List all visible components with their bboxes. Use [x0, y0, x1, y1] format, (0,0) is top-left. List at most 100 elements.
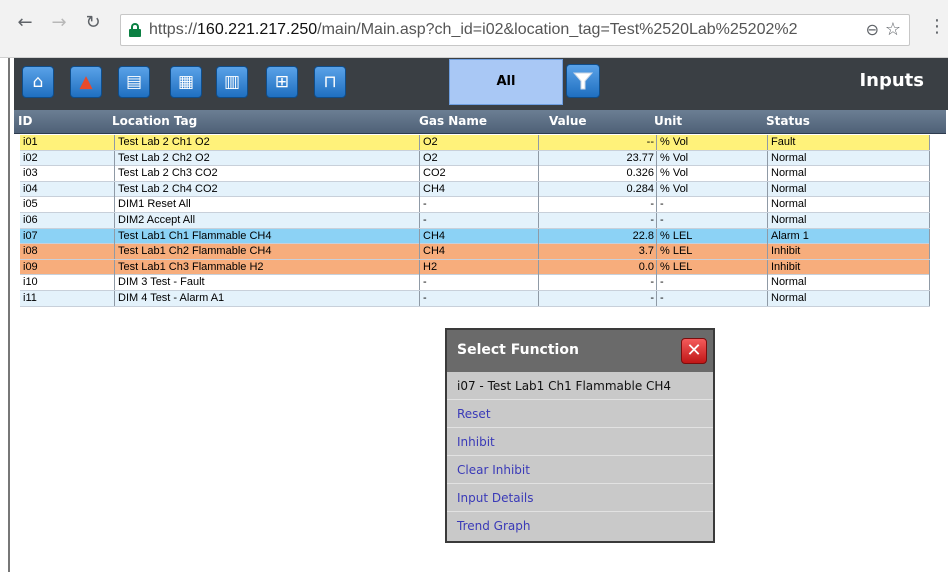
url-path: /main/Main.asp?ch_id=i02&location_tag=Te… [317, 21, 798, 38]
cell-id: i04 [23, 182, 38, 195]
report-button[interactable]: ▤ [118, 66, 150, 98]
cell-unit: % Vol [656, 135, 767, 150]
document-export-icon: ▦ [177, 72, 195, 92]
cell-gas: H2 [419, 259, 538, 275]
kebab-menu-icon[interactable]: ⋮ [928, 16, 946, 37]
cell-gas: - [419, 197, 538, 213]
cell-id: i03 [23, 167, 38, 180]
table-row[interactable]: i08 Test Lab1 Ch2 Flammable CH4 CH4 3.7% LE… [20, 244, 930, 260]
forward-arrow-icon[interactable]: → [48, 12, 70, 34]
table-row[interactable]: i02 Test Lab 2 Ch2 O2 O2 23.77% Vol Normal [20, 150, 930, 167]
table-row[interactable]: i07 Test Lab1 Ch1 Flammable CH4 CH4 22.8% L… [20, 228, 930, 245]
cell-unit: % LEL [656, 259, 767, 275]
back-arrow-icon[interactable]: ← [14, 12, 36, 34]
filter-all-button[interactable]: All [449, 59, 563, 105]
table-row[interactable]: i06 DIM2 Accept All - - - Normal [20, 212, 930, 229]
cell-gas: CO2 [419, 166, 538, 182]
column-header-id[interactable]: ID [18, 114, 32, 128]
cell-id: i01 [23, 136, 38, 148]
dialog-header: Select Function ✕ [447, 330, 713, 372]
cell-value: 23.77 [538, 150, 656, 166]
cell-location: Test Lab1 Ch1 Flammable CH4 [114, 228, 419, 244]
action-reset[interactable]: Reset [447, 400, 713, 428]
cell-id: i10 [23, 276, 38, 289]
select-function-dialog: Select Function ✕ i07 - Test Lab1 Ch1 Fl… [445, 328, 715, 543]
document-settings-button[interactable]: ▥ [216, 66, 248, 98]
cell-id: i11 [23, 291, 37, 304]
table-row[interactable]: i05 DIM1 Reset All - - - Normal [20, 197, 930, 213]
cell-location: Test Lab1 Ch2 Flammable CH4 [114, 244, 419, 260]
action-input-details[interactable]: Input Details [447, 484, 713, 512]
cell-value: 0.284 [538, 181, 656, 197]
cell-location: DIM2 Accept All [114, 212, 419, 228]
cell-status: Normal [767, 150, 930, 166]
url-text[interactable]: https://160.221.217.250/main/Main.asp?ch… [149, 21, 798, 39]
zoom-icon[interactable]: ⊖ [866, 20, 879, 39]
cell-value: - [538, 290, 656, 306]
cell-unit: - [656, 290, 767, 306]
browser-chrome: ← → ↻ https://160.221.217.250/main/Main.… [0, 0, 948, 58]
cell-id: i02 [23, 151, 38, 164]
add-panel-icon: ⊞ [274, 72, 290, 92]
column-header-gas[interactable]: Gas Name [419, 114, 487, 128]
cell-status: Inhibit [767, 244, 930, 260]
cell-gas: - [419, 212, 538, 228]
export-button[interactable]: ▦ [170, 66, 202, 98]
cell-unit: - [656, 212, 767, 228]
action-trend-graph[interactable]: Trend Graph [447, 512, 713, 540]
alarms-button[interactable]: ▲ [70, 66, 102, 98]
cell-gas: O2 [419, 150, 538, 166]
cell-status: Normal [767, 181, 930, 197]
main-toolbar: ⌂ ▲ ▤ ▦ ▥ ⊞ ⊓ All Inputs [14, 58, 948, 110]
cell-id: i08 [23, 245, 38, 258]
cell-unit: % Vol [656, 181, 767, 197]
table-row[interactable]: i10 DIM 3 Test - Fault - - - Normal [20, 275, 930, 291]
table-row[interactable]: i01 Test Lab 2 Ch1 O2 O2 --% Vol Fault [20, 135, 930, 151]
cell-gas: - [419, 290, 538, 306]
filter-button[interactable] [566, 64, 600, 98]
page-title: Inputs [859, 70, 924, 91]
cell-value: -- [538, 135, 656, 150]
cell-id: i07 [23, 229, 38, 242]
table-row[interactable]: i03 Test Lab 2 Ch3 CO2 CO2 0.326% Vol Normal [20, 166, 930, 182]
cell-location: DIM1 Reset All [114, 197, 419, 213]
column-header-value[interactable]: Value [549, 114, 587, 128]
cell-gas: CH4 [419, 244, 538, 260]
cell-location: Test Lab 2 Ch4 CO2 [114, 181, 419, 197]
cell-status: Inhibit [767, 259, 930, 275]
action-inhibit[interactable]: Inhibit [447, 428, 713, 456]
cell-unit: - [656, 197, 767, 213]
column-header-status[interactable]: Status [766, 114, 810, 128]
inputs-table: i01 Test Lab 2 Ch1 O2 O2 --% Vol Fault i02 Tes… [20, 135, 930, 307]
table-header: ID Location Tag Gas Name Value Unit Stat… [14, 110, 946, 134]
close-icon[interactable]: ✕ [681, 338, 707, 364]
home-button[interactable]: ⌂ [22, 66, 54, 98]
action-clear-inhibit[interactable]: Clear Inhibit [447, 456, 713, 484]
column-header-unit[interactable]: Unit [654, 114, 682, 128]
cell-id: i06 [23, 213, 38, 226]
unlock-button[interactable]: ⊓ [314, 66, 346, 98]
bookmark-star-icon[interactable]: ☆ [885, 19, 901, 40]
cell-unit: % LEL [656, 228, 767, 244]
frame-divider [8, 58, 10, 572]
cell-gas: CH4 [419, 228, 538, 244]
address-bar[interactable]: https://160.221.217.250/main/Main.asp?ch… [120, 14, 910, 46]
alarm-bell-icon: ▲ [79, 72, 93, 92]
add-panel-button[interactable]: ⊞ [266, 66, 298, 98]
table-row[interactable]: i11 DIM 4 Test - Alarm A1- - - Normal [20, 290, 930, 307]
unlock-icon: ⊓ [323, 72, 337, 92]
cell-status: Normal [767, 275, 930, 291]
app-area: ⌂ ▲ ▤ ▦ ▥ ⊞ ⊓ All Inputs ID Location Tag… [0, 58, 948, 572]
cell-value: - [538, 275, 656, 291]
secure-lock-icon [129, 23, 141, 37]
table-row[interactable]: i09 Test Lab1 Ch3 Flammable H2 H2 0.0% LEL I… [20, 259, 930, 276]
cell-unit: - [656, 275, 767, 291]
table-row[interactable]: i04 Test Lab 2 Ch4 CO2 CH4 0.284% Vol Normal [20, 181, 930, 198]
reload-icon[interactable]: ↻ [82, 12, 104, 34]
cell-status: Alarm 1 [767, 228, 930, 244]
cell-location: Test Lab 2 Ch3 CO2 [114, 166, 419, 182]
column-header-location[interactable]: Location Tag [112, 114, 197, 128]
cell-unit: % Vol [656, 150, 767, 166]
cell-value: 3.7 [538, 244, 656, 260]
cell-status: Normal [767, 290, 930, 306]
